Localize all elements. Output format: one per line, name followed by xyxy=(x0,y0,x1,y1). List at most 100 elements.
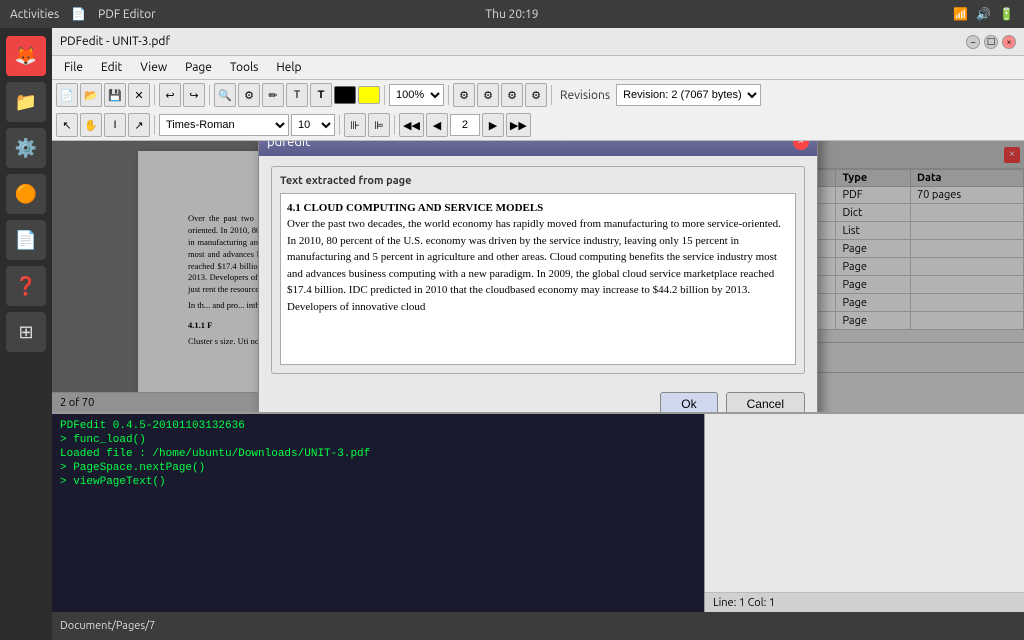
minimize-button[interactable]: – xyxy=(966,35,980,49)
nav-btn1[interactable]: ⚙ xyxy=(453,83,475,107)
separator-3 xyxy=(384,85,385,105)
content-area: PDFedit - UNIT-3.pdf – □ × File Edit Vie… xyxy=(52,28,1024,640)
color-black-button[interactable] xyxy=(334,86,356,104)
wifi-icon: 📶 xyxy=(953,7,968,21)
tool-select[interactable]: ↖ xyxy=(56,113,78,137)
console-scroll[interactable] xyxy=(705,414,1024,592)
new-button[interactable]: 📄 xyxy=(56,83,78,107)
battery-icon: 🔋 xyxy=(999,7,1014,21)
tool3-button[interactable]: ✏ xyxy=(262,83,284,107)
nav-btn3[interactable]: ⚙ xyxy=(501,83,523,107)
dialog-close-button[interactable]: × xyxy=(793,141,809,150)
console-line-2: Loaded file : /home/ubuntu/Downloads/UNI… xyxy=(60,448,696,460)
toolbar-container: 📄 📂 💾 ✕ ↩ ↪ 🔍 ⚙ ✏ T T xyxy=(52,80,1024,141)
close-doc-button[interactable]: ✕ xyxy=(128,83,150,107)
align-right[interactable]: ⊫ xyxy=(368,113,390,137)
dialog-group-label: Text extracted from page xyxy=(280,175,796,187)
console-line-0: PDFedit 0.4.5-20101103132636 xyxy=(60,420,696,432)
separator-6 xyxy=(154,115,155,135)
tool-cursor[interactable]: ↗ xyxy=(128,113,150,137)
dialog-textarea[interactable]: 4.1 CLOUD COMPUTING AND SERVICE MODELS O… xyxy=(280,193,796,365)
separator-5 xyxy=(551,85,552,105)
activity-ubuntu[interactable]: 🟠 xyxy=(6,174,46,214)
dialog-content-text: Over the past two decades, the world eco… xyxy=(287,218,781,313)
separator-7 xyxy=(339,115,340,135)
tool-text[interactable]: I xyxy=(104,113,126,137)
console-status-line: Line: 1 Col: 1 xyxy=(705,592,1024,612)
menu-tools[interactable]: Tools xyxy=(222,59,267,76)
page-prev-prev[interactable]: ◀◀ xyxy=(399,113,424,137)
activity-help[interactable]: ❓ xyxy=(6,266,46,306)
tool-hand[interactable]: ✋ xyxy=(80,113,102,137)
menu-page[interactable]: Page xyxy=(177,59,220,76)
undo-button[interactable]: ↩ xyxy=(159,83,181,107)
menu-view[interactable]: View xyxy=(132,59,175,76)
page-prev[interactable]: ◀ xyxy=(426,113,448,137)
bottom-area: PDFedit 0.4.5-20101103132636 > func_load… xyxy=(52,412,1024,612)
console-status-text: Line: 1 Col: 1 xyxy=(713,597,775,609)
dialog-content-bold: 4.1 CLOUD COMPUTING AND SERVICE MODELS xyxy=(287,202,543,214)
volume-icon: 🔊 xyxy=(976,7,991,21)
separator-8 xyxy=(394,115,395,135)
revisions-label: Revisions xyxy=(556,89,614,102)
menu-file[interactable]: File xyxy=(56,59,91,76)
main-content: 4.1 CLOUD COMPUTING AND SERVICE MODELS O… xyxy=(52,141,1024,412)
dialog-buttons: Ok Cancel xyxy=(271,392,805,413)
console-right: Line: 1 Col: 1 xyxy=(704,414,1024,612)
maximize-button[interactable]: □ xyxy=(984,35,998,49)
align-left[interactable]: ⊪ xyxy=(344,113,366,137)
activities-label[interactable]: Activities xyxy=(10,8,59,21)
toolbar-row-1: 📄 📂 💾 ✕ ↩ ↪ 🔍 ⚙ ✏ T T xyxy=(52,80,1024,110)
tool5-button[interactable]: T xyxy=(310,83,332,107)
menu-edit[interactable]: Edit xyxy=(93,59,130,76)
open-button[interactable]: 📂 xyxy=(80,83,102,107)
separator-2 xyxy=(209,85,210,105)
revisions-select[interactable]: Revision: 2 (7067 bytes) xyxy=(616,84,761,106)
tool2-button[interactable]: ⚙ xyxy=(238,83,260,107)
page-input[interactable] xyxy=(450,114,480,136)
separator-4 xyxy=(448,85,449,105)
dialog-title: pdfedit xyxy=(267,141,310,149)
tool4-button[interactable]: T xyxy=(286,83,308,107)
tool1-button[interactable]: 🔍 xyxy=(214,83,236,107)
console-line-3: > PageSpace.nextPage() xyxy=(60,462,696,474)
close-button[interactable]: × xyxy=(1002,35,1016,49)
menu-help[interactable]: Help xyxy=(268,59,309,76)
fontsize-select[interactable]: 10 xyxy=(291,114,335,136)
system-bar: Activities 📄 PDF Editor Thu 20:19 📶 🔊 🔋 xyxy=(0,0,1024,28)
console-line-4: > viewPageText() xyxy=(60,476,696,488)
redo-button[interactable]: ↪ xyxy=(183,83,205,107)
save-button[interactable]: 💾 xyxy=(104,83,126,107)
dialog-group: Text extracted from page 4.1 CLOUD COMPU… xyxy=(271,166,805,374)
activity-files[interactable]: 📁 xyxy=(6,82,46,122)
activity-bar: 🦊 📁 ⚙️ 🟠 📄 ❓ ⊞ xyxy=(0,28,52,640)
bottom-path: Document/Pages/7 xyxy=(60,620,155,632)
activity-pdf[interactable]: 📄 xyxy=(6,220,46,260)
color-yellow-button[interactable] xyxy=(358,86,380,104)
zoom-select[interactable]: 100% xyxy=(389,84,444,106)
nav-btn4[interactable]: ⚙ xyxy=(525,83,547,107)
dialog-ok-button[interactable]: Ok xyxy=(660,392,717,413)
activity-firefox[interactable]: 🦊 xyxy=(6,36,46,76)
page-next[interactable]: ▶ xyxy=(482,113,504,137)
window-title: PDFedit - UNIT-3.pdf xyxy=(60,35,170,48)
console-panel[interactable]: PDFedit 0.4.5-20101103132636 > func_load… xyxy=(52,414,704,612)
separator-1 xyxy=(154,85,155,105)
dialog: pdfedit × Text extracted from page 4.1 C… xyxy=(258,141,818,412)
app-icon: 📄 xyxy=(71,7,86,21)
toolbar-row-2: ↖ ✋ I ↗ Times-Roman 10 ⊪ ⊫ ◀◀ xyxy=(52,110,1024,140)
nav-btn2[interactable]: ⚙ xyxy=(477,83,499,107)
activity-grid[interactable]: ⊞ xyxy=(6,312,46,352)
console-line-1: > func_load() xyxy=(60,434,696,446)
dialog-body: Text extracted from page 4.1 CLOUD COMPU… xyxy=(259,156,817,413)
dialog-titlebar: pdfedit × xyxy=(259,141,817,156)
page-next-next[interactable]: ▶▶ xyxy=(506,113,531,137)
activity-system[interactable]: ⚙️ xyxy=(6,128,46,168)
app-menu-label[interactable]: PDF Editor xyxy=(98,8,156,21)
system-time: Thu 20:19 xyxy=(485,8,538,21)
dialog-overlay: pdfedit × Text extracted from page 4.1 C… xyxy=(52,141,1024,412)
font-select[interactable]: Times-Roman xyxy=(159,114,289,136)
dialog-cancel-button[interactable]: Cancel xyxy=(726,392,805,413)
title-bar: PDFedit - UNIT-3.pdf – □ × xyxy=(52,28,1024,56)
menu-bar: File Edit View Page Tools Help xyxy=(52,56,1024,80)
